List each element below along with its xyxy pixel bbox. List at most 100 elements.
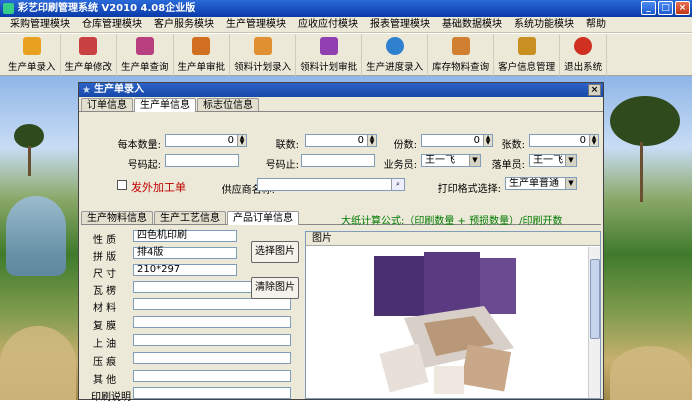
dialog-tabs: 订单信息 生产单信息 标志位信息 bbox=[79, 98, 603, 112]
brochure-page bbox=[434, 366, 464, 394]
scrollbar-thumb[interactable] bbox=[590, 259, 600, 339]
material-plan-icon bbox=[253, 37, 272, 55]
size-input[interactable]: 210*297 bbox=[133, 264, 237, 276]
background-lake bbox=[6, 196, 66, 276]
orderer-label: 落单员: bbox=[491, 160, 525, 171]
brochure-cover bbox=[480, 258, 516, 314]
toolbar-inventory-button[interactable]: 库存物料查询 bbox=[428, 34, 495, 76]
toolbar-order-search-button[interactable]: 生产单查询 bbox=[117, 34, 174, 76]
dialog-title: 生产单录入 bbox=[94, 84, 144, 95]
salesman-select[interactable]: 王一飞 ▼ bbox=[421, 154, 481, 167]
background-tree-trunk bbox=[640, 142, 643, 202]
joint-spinner[interactable]: ▲ ▼ bbox=[367, 135, 376, 146]
crease-input[interactable] bbox=[133, 352, 291, 364]
row-label: 性 质 bbox=[93, 235, 117, 246]
toolbar-material-approve-button[interactable]: 领料计划审批 bbox=[296, 34, 363, 76]
lamination-input[interactable] bbox=[133, 316, 291, 328]
material-approve-icon bbox=[319, 37, 338, 55]
sheets-label: 张数: bbox=[501, 140, 525, 151]
image-scrollbar[interactable] bbox=[588, 247, 600, 398]
nature-input[interactable]: 四色机印刷 bbox=[133, 230, 237, 242]
app-title: 彩艺印刷管理系统 V2010 4.08企业版 bbox=[18, 3, 196, 14]
salesman-label: 业务员: bbox=[383, 160, 417, 171]
num-start-input[interactable] bbox=[165, 154, 239, 167]
clear-image-button[interactable]: 清除图片 bbox=[251, 277, 299, 299]
image-panel: 图片 bbox=[305, 231, 601, 399]
imposition-input[interactable]: 排4版 bbox=[133, 247, 237, 259]
row-label: 复 膜 bbox=[93, 321, 117, 332]
formula-text: 大纸计算公式:（印刷数量 + 预损数量）/印刷开数 bbox=[341, 216, 563, 227]
close-button[interactable]: × bbox=[675, 1, 690, 15]
customer-icon bbox=[517, 37, 536, 55]
outsource-checkbox[interactable] bbox=[117, 180, 127, 190]
brochure-cover bbox=[374, 256, 424, 316]
doc-edit-icon bbox=[79, 37, 98, 55]
varnish-input[interactable] bbox=[133, 334, 291, 346]
brochure-image bbox=[374, 252, 516, 394]
supplier-input[interactable]: ⌕ bbox=[257, 178, 405, 191]
toolbar-customer-button[interactable]: 客户信息管理 bbox=[494, 34, 561, 76]
other-input[interactable] bbox=[133, 370, 291, 382]
subtab-product-info[interactable]: 产品订单信息 bbox=[227, 211, 299, 225]
num-start-label: 号码起: bbox=[127, 160, 161, 171]
print-format-select[interactable]: 生产单普通 ▼ bbox=[505, 177, 577, 190]
row-label: 瓦 楞 bbox=[93, 286, 117, 297]
toolbar-order-entry-button[interactable]: 生产单录入 bbox=[4, 34, 61, 76]
toolbar-exit-button[interactable]: 退出系统 bbox=[560, 34, 608, 76]
copies-input[interactable]: 0 ▲ ▼ bbox=[421, 134, 493, 147]
minimize-button[interactable]: _ bbox=[641, 1, 656, 15]
copies-label: 份数: bbox=[393, 140, 417, 151]
image-panel-title: 图片 bbox=[306, 232, 600, 246]
orderer-select[interactable]: 王一飞 ▼ bbox=[529, 154, 577, 167]
tab-order-info[interactable]: 订单信息 bbox=[81, 98, 133, 111]
menu-bar: 采购管理模块 仓库管理模块 客户服务模块 生产管理模块 应收应付模块 报表管理模… bbox=[0, 17, 692, 33]
menu-receivables[interactable]: 应收应付模块 bbox=[292, 17, 364, 33]
each-qty-input[interactable]: 0 ▲ ▼ bbox=[165, 134, 247, 147]
sheets-input[interactable]: 0 ▲ ▼ bbox=[529, 134, 599, 147]
background-tree-trunk bbox=[28, 146, 31, 176]
background-tree bbox=[610, 96, 680, 146]
menu-purchase[interactable]: 采购管理模块 bbox=[4, 17, 76, 33]
background-grass bbox=[0, 326, 76, 400]
row-label: 印刷说明 bbox=[91, 392, 131, 403]
menu-reports[interactable]: 报表管理模块 bbox=[364, 17, 436, 33]
select-image-button[interactable]: 选择图片 bbox=[251, 241, 299, 263]
toolbar-order-edit-button[interactable]: 生产单修改 bbox=[61, 34, 118, 76]
search-icon[interactable]: ⌕ bbox=[391, 179, 404, 190]
subtab-material-info[interactable]: 生产物料信息 bbox=[81, 211, 153, 224]
subtab-process-info[interactable]: 生产工艺信息 bbox=[154, 211, 226, 224]
each-qty-spinner[interactable]: ▲ ▼ bbox=[237, 135, 246, 146]
menu-base-data[interactable]: 基础数据模块 bbox=[436, 17, 508, 33]
joint-input[interactable]: 0 ▲ ▼ bbox=[305, 134, 377, 147]
material-input[interactable] bbox=[133, 298, 291, 310]
tab-production-info[interactable]: 生产单信息 bbox=[134, 98, 196, 112]
menu-help[interactable]: 帮助 bbox=[580, 17, 612, 33]
doc-approve-icon bbox=[192, 37, 211, 55]
row-label: 尺 寸 bbox=[93, 269, 117, 280]
print-note-input[interactable] bbox=[133, 387, 291, 399]
num-end-input[interactable] bbox=[301, 154, 375, 167]
chevron-down-icon[interactable]: ▼ bbox=[565, 178, 576, 189]
menu-customer-service[interactable]: 客户服务模块 bbox=[148, 17, 220, 33]
menu-production[interactable]: 生产管理模块 bbox=[220, 17, 292, 33]
toolbar: 生产单录入 生产单修改 生产单查询 生产单审批 领料计划录入 领料计划审批 生产… bbox=[0, 34, 692, 76]
title-bar: 彩艺印刷管理系统 V2010 4.08企业版 _ □ × bbox=[0, 0, 692, 17]
row-label: 上 油 bbox=[93, 339, 117, 350]
sheets-spinner[interactable]: ▲ ▼ bbox=[589, 135, 598, 146]
menu-system[interactable]: 系统功能模块 bbox=[508, 17, 580, 33]
each-qty-label: 每本数量: bbox=[117, 140, 161, 151]
maximize-button[interactable]: □ bbox=[658, 1, 673, 15]
dialog-close-button[interactable]: × bbox=[588, 84, 601, 96]
toolbar-material-plan-button[interactable]: 领料计划录入 bbox=[230, 34, 297, 76]
inventory-icon bbox=[451, 37, 470, 55]
menu-warehouse[interactable]: 仓库管理模块 bbox=[76, 17, 148, 33]
dialog-icon: ★ bbox=[82, 85, 91, 96]
row-label: 其 他 bbox=[93, 375, 117, 386]
toolbar-order-approve-button[interactable]: 生产单审批 bbox=[174, 34, 231, 76]
chevron-down-icon[interactable]: ▼ bbox=[565, 155, 576, 166]
chevron-down-icon[interactable]: ▼ bbox=[469, 155, 480, 166]
background-grass bbox=[610, 346, 692, 400]
toolbar-progress-entry-button[interactable]: 生产进度录入 bbox=[362, 34, 429, 76]
dialog-title-bar: ★ 生产单录入 × bbox=[79, 83, 603, 97]
tab-flag-info[interactable]: 标志位信息 bbox=[197, 98, 259, 111]
